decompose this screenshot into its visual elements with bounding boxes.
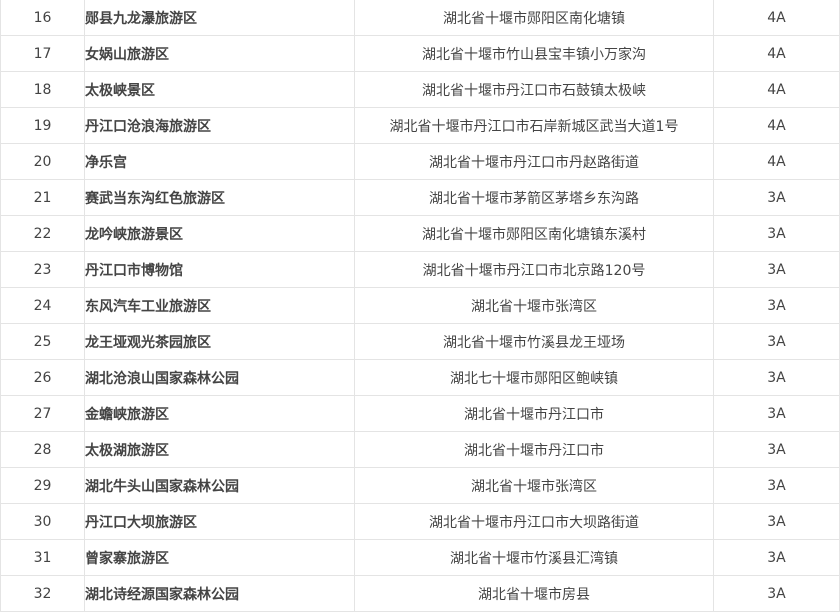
- grade-cell: 4A: [713, 107, 840, 144]
- row-number-cell: 22: [0, 215, 85, 252]
- grade-cell: 3A: [713, 431, 840, 468]
- table-row: 24 东风汽车工业旅游区 湖北省十堰市张湾区 3A: [0, 287, 840, 324]
- scenic-name-cell: 丹江口市博物馆: [84, 251, 355, 288]
- address-cell: 湖北省十堰市丹江口市北京路120号: [354, 251, 714, 288]
- scenic-name-cell: 郧县九龙瀑旅游区: [84, 0, 355, 36]
- table-row: 29 湖北牛头山国家森林公园 湖北省十堰市张湾区 3A: [0, 467, 840, 504]
- address-cell: 湖北省十堰市丹江口市: [354, 431, 714, 468]
- table-row: 21 赛武当东沟红色旅游区 湖北省十堰市茅箭区茅塔乡东沟路 3A: [0, 179, 840, 216]
- scenic-name-cell: 赛武当东沟红色旅游区: [84, 179, 355, 216]
- address-cell: 湖北省十堰市丹江口市: [354, 395, 714, 432]
- grade-cell: 3A: [713, 503, 840, 540]
- address-cell: 湖北省十堰市竹溪县汇湾镇: [354, 539, 714, 576]
- row-number-cell: 19: [0, 107, 85, 144]
- grade-cell: 3A: [713, 215, 840, 252]
- scenic-name-cell: 女娲山旅游区: [84, 35, 355, 72]
- row-number-cell: 17: [0, 35, 85, 72]
- address-cell: 湖北省十堰市郧阳区南化塘镇东溪村: [354, 215, 714, 252]
- table-row: 23 丹江口市博物馆 湖北省十堰市丹江口市北京路120号 3A: [0, 251, 840, 288]
- scenic-name-cell: 东风汽车工业旅游区: [84, 287, 355, 324]
- table-row: 31 曾家寨旅游区 湖北省十堰市竹溪县汇湾镇 3A: [0, 539, 840, 576]
- table-row: 28 太极湖旅游区 湖北省十堰市丹江口市 3A: [0, 431, 840, 468]
- row-number-cell: 16: [0, 0, 85, 36]
- address-cell: 湖北省十堰市丹江口市大坝路街道: [354, 503, 714, 540]
- grade-cell: 3A: [713, 287, 840, 324]
- address-cell: 湖北省十堰市茅箭区茅塔乡东沟路: [354, 179, 714, 216]
- table-row: 18 太极峡景区 湖北省十堰市丹江口市石鼓镇太极峡 4A: [0, 71, 840, 108]
- grade-cell: 3A: [713, 467, 840, 504]
- address-cell: 湖北省十堰市竹溪县龙王垭场: [354, 323, 714, 360]
- grade-cell: 4A: [713, 35, 840, 72]
- row-number-cell: 23: [0, 251, 85, 288]
- scenic-spots-table: 16 郧县九龙瀑旅游区 湖北省十堰市郧阳区南化塘镇 4A 17 女娲山旅游区 湖北省十堰市竹…: [0, 0, 840, 612]
- grade-cell: 3A: [713, 575, 840, 612]
- address-cell: 湖北省十堰市丹江口市石岸新城区武当大道1号: [354, 107, 714, 144]
- address-cell: 湖北省十堰市竹山县宝丰镇小万家沟: [354, 35, 714, 72]
- grade-cell: 3A: [713, 179, 840, 216]
- table-body: 16 郧县九龙瀑旅游区 湖北省十堰市郧阳区南化塘镇 4A 17 女娲山旅游区 湖北省十堰市竹…: [0, 0, 840, 612]
- row-number-cell: 28: [0, 431, 85, 468]
- row-number-cell: 30: [0, 503, 85, 540]
- table-row: 30 丹江口大坝旅游区 湖北省十堰市丹江口市大坝路街道 3A: [0, 503, 840, 540]
- address-cell: 湖北省十堰市丹江口市石鼓镇太极峡: [354, 71, 714, 108]
- scenic-name-cell: 曾家寨旅游区: [84, 539, 355, 576]
- table-row: 27 金蟾峡旅游区 湖北省十堰市丹江口市 3A: [0, 395, 840, 432]
- grade-cell: 4A: [713, 143, 840, 180]
- address-cell: 湖北省十堰市房县: [354, 575, 714, 612]
- table-row: 26 湖北沧浪山国家森林公园 湖北七十堰市郧阳区鲍峡镇 3A: [0, 359, 840, 396]
- grade-cell: 3A: [713, 395, 840, 432]
- address-cell: 湖北七十堰市郧阳区鲍峡镇: [354, 359, 714, 396]
- row-number-cell: 24: [0, 287, 85, 324]
- address-cell: 湖北省十堰市丹江口市丹赵路街道: [354, 143, 714, 180]
- table-row: 16 郧县九龙瀑旅游区 湖北省十堰市郧阳区南化塘镇 4A: [0, 0, 840, 36]
- scenic-name-cell: 太极湖旅游区: [84, 431, 355, 468]
- address-cell: 湖北省十堰市张湾区: [354, 467, 714, 504]
- grade-cell: 3A: [713, 359, 840, 396]
- grade-cell: 3A: [713, 251, 840, 288]
- row-number-cell: 29: [0, 467, 85, 504]
- grade-cell: 4A: [713, 0, 840, 36]
- scenic-name-cell: 金蟾峡旅游区: [84, 395, 355, 432]
- table-row: 32 湖北诗经源国家森林公园 湖北省十堰市房县 3A: [0, 575, 840, 612]
- grade-cell: 4A: [713, 71, 840, 108]
- row-number-cell: 25: [0, 323, 85, 360]
- scenic-name-cell: 湖北牛头山国家森林公园: [84, 467, 355, 504]
- scenic-name-cell: 太极峡景区: [84, 71, 355, 108]
- scenic-name-cell: 湖北诗经源国家森林公园: [84, 575, 355, 612]
- row-number-cell: 32: [0, 575, 85, 612]
- table-row: 17 女娲山旅游区 湖北省十堰市竹山县宝丰镇小万家沟 4A: [0, 35, 840, 72]
- table-row: 20 净乐宫 湖北省十堰市丹江口市丹赵路街道 4A: [0, 143, 840, 180]
- scenic-name-cell: 龙吟峡旅游景区: [84, 215, 355, 252]
- scenic-name-cell: 湖北沧浪山国家森林公园: [84, 359, 355, 396]
- address-cell: 湖北省十堰市郧阳区南化塘镇: [354, 0, 714, 36]
- scenic-name-cell: 丹江口沧浪海旅游区: [84, 107, 355, 144]
- scenic-name-cell: 龙王垭观光茶园旅区: [84, 323, 355, 360]
- address-cell: 湖北省十堰市张湾区: [354, 287, 714, 324]
- row-number-cell: 27: [0, 395, 85, 432]
- row-number-cell: 20: [0, 143, 85, 180]
- scenic-name-cell: 丹江口大坝旅游区: [84, 503, 355, 540]
- scenic-name-cell: 净乐宫: [84, 143, 355, 180]
- row-number-cell: 18: [0, 71, 85, 108]
- table-row: 25 龙王垭观光茶园旅区 湖北省十堰市竹溪县龙王垭场 3A: [0, 323, 840, 360]
- row-number-cell: 31: [0, 539, 85, 576]
- table-row: 22 龙吟峡旅游景区 湖北省十堰市郧阳区南化塘镇东溪村 3A: [0, 215, 840, 252]
- row-number-cell: 21: [0, 179, 85, 216]
- grade-cell: 3A: [713, 539, 840, 576]
- row-number-cell: 26: [0, 359, 85, 396]
- table-row: 19 丹江口沧浪海旅游区 湖北省十堰市丹江口市石岸新城区武当大道1号 4A: [0, 107, 840, 144]
- grade-cell: 3A: [713, 323, 840, 360]
